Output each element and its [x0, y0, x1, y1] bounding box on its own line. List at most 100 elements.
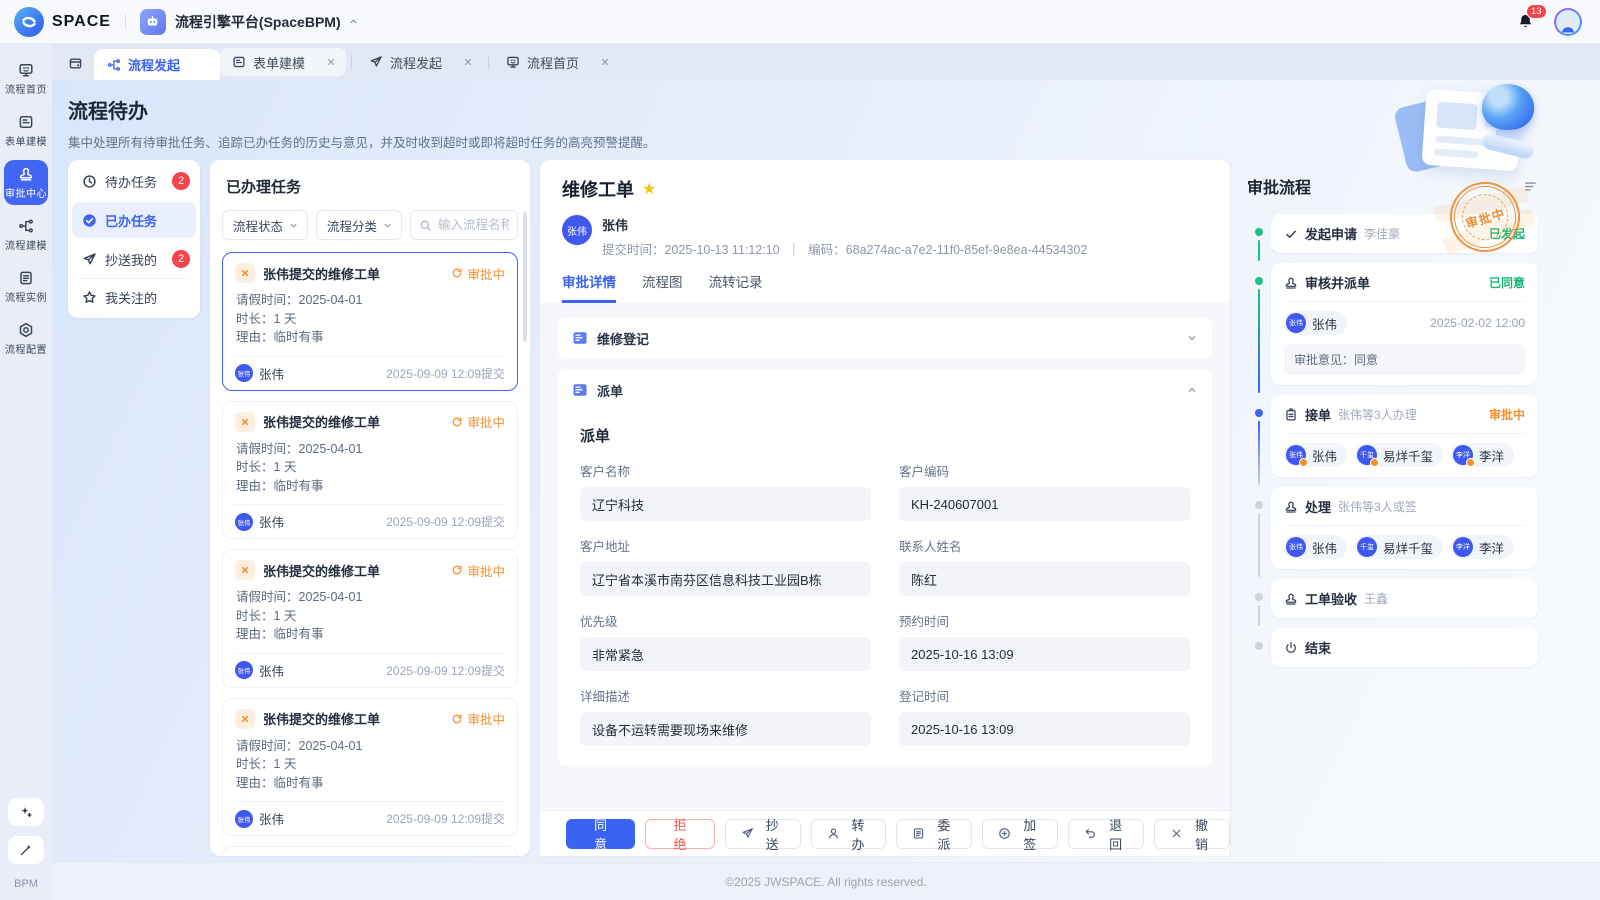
- wrench-icon: [235, 560, 255, 580]
- field-value[interactable]: 辽宁省本溪市南芬区信息科技工业园B栋: [580, 562, 871, 596]
- tab-表单建模-1[interactable]: 表单建模: [220, 48, 346, 76]
- button-label: 加签: [1017, 815, 1042, 853]
- task-card[interactable]: 张伟提交的维修工单审批中请假时间：2025-04-01时长：1 天理由：临时有事…: [222, 549, 518, 688]
- notification-badge: 13: [1526, 4, 1547, 19]
- monitor-icon: [18, 62, 34, 78]
- step-card-发起申请[interactable]: 发起申请李佳豪已发起: [1271, 214, 1538, 253]
- status-filter-select[interactable]: 流程状态: [222, 210, 308, 240]
- sparkle-icon: [19, 805, 33, 819]
- rail-bottom-label: BPM: [14, 878, 38, 890]
- rail-item-流程实例[interactable]: 流程实例: [4, 264, 48, 309]
- stamp-icon: [1284, 592, 1298, 606]
- step-card-工单验收[interactable]: 工单验收王鑫: [1271, 579, 1538, 618]
- field-value[interactable]: 辽宁科技: [580, 487, 871, 521]
- avatar: 千玺: [1357, 537, 1377, 557]
- step-card-审核并派单[interactable]: 审核并派单已同意张伟张伟2025-02-02 12:00审批意见：同意: [1271, 263, 1538, 385]
- section-repair-register[interactable]: 维修登记: [558, 317, 1212, 359]
- tab-流程图[interactable]: 流程图: [642, 271, 683, 303]
- section-dispatch-header[interactable]: 派单: [558, 369, 1212, 411]
- close-icon[interactable]: [463, 57, 473, 67]
- step-card-结束[interactable]: 结束: [1271, 628, 1538, 667]
- rail-item-流程配置[interactable]: 流程配置: [4, 316, 48, 361]
- category-filter-select[interactable]: 流程分类: [316, 210, 402, 240]
- task-card[interactable]: 张伟提交的维修工单审批中请假时间：2025-04-01时长：1 天理由：临时有事…: [222, 698, 518, 837]
- magic-wand-button[interactable]: [8, 836, 44, 864]
- avatar: 张伟: [235, 364, 253, 382]
- search-input[interactable]: [438, 218, 509, 232]
- avatar: 张伟: [1286, 537, 1306, 557]
- app-root: SPACE 流程引擎平台(SpaceBPM) 13: [0, 0, 1600, 900]
- task-card[interactable]: 张伟提交的维修工单审批中请假时间：2025-04-01时长：1 天理由：临时有事…: [222, 401, 518, 540]
- field-value[interactable]: 2025-10-16 13:09: [899, 712, 1190, 746]
- ai-sparkle-button[interactable]: [8, 798, 44, 826]
- assignee-chip[interactable]: 张伟张伟: [1284, 535, 1347, 559]
- list-scrollbar[interactable]: [523, 212, 527, 342]
- app-icon: [140, 9, 166, 35]
- field-line: 请假时间：2025-04-01: [236, 588, 505, 607]
- sidebar-item-待办任务[interactable]: 待办任务2: [68, 162, 200, 200]
- assignee-chip[interactable]: 千玺易烊千玺: [1355, 535, 1443, 559]
- assignee-chip[interactable]: 张伟张伟: [1284, 443, 1347, 467]
- rail-item-审批中心[interactable]: 审批中心: [4, 160, 48, 205]
- wand-icon: [19, 843, 33, 857]
- page-footer: ©2025 JWSPACE. All rights reserved.: [52, 862, 1600, 900]
- close-icon[interactable]: [600, 57, 610, 67]
- tab-审批详情[interactable]: 审批详情: [562, 271, 616, 303]
- field-value[interactable]: 设备不运转需要现场来维修: [580, 712, 871, 746]
- task-card[interactable]: 张伟提交的维修工单审批中请假时间：2025-04-01时长：1 天理由：临时有事…: [222, 252, 518, 391]
- 撤销-button[interactable]: 撤销: [1154, 819, 1230, 849]
- rail-item-表单建模[interactable]: 表单建模: [4, 108, 48, 153]
- flow-panel-title: 审批流程: [1247, 174, 1311, 198]
- step-card-处理[interactable]: 处理张伟等3人或签张伟张伟千玺易烊千玺李洋李洋: [1271, 487, 1538, 569]
- assignee-chip[interactable]: 李洋李洋: [1451, 443, 1514, 467]
- tab-流程首页-3[interactable]: 流程首页: [494, 48, 620, 76]
- 同意-button[interactable]: 同意: [566, 819, 635, 849]
- avatar: 千玺: [1357, 445, 1377, 465]
- step-timeline: [1247, 263, 1271, 395]
- form-field: 登记时间2025-10-16 13:09: [899, 686, 1190, 746]
- tab-流转记录[interactable]: 流转记录: [709, 271, 763, 303]
- tab-流程发起-2[interactable]: 流程发起: [357, 48, 483, 76]
- step-card-接单[interactable]: 接单张伟等3人办理审批中张伟张伟千玺易烊千玺李洋李洋: [1271, 395, 1538, 477]
- monitor-icon: [506, 55, 520, 69]
- tab-流程发起-0[interactable]: 流程发起: [94, 49, 220, 80]
- submitter-name: 张伟: [602, 215, 1087, 234]
- field-value[interactable]: 非常紧急: [580, 637, 871, 671]
- step-subtitle: 王鑫: [1364, 590, 1388, 607]
- 加签-button[interactable]: 加签: [982, 819, 1058, 849]
- notification-bell-icon[interactable]: 13: [1517, 13, 1534, 30]
- 抄送-button[interactable]: 抄送: [725, 819, 801, 849]
- approver-row: 张伟张伟2025-02-02 12:00: [1284, 311, 1525, 335]
- field-value[interactable]: 2025-10-16 13:09: [899, 637, 1190, 671]
- assignee-chip[interactable]: 李洋李洋: [1451, 535, 1514, 559]
- step-subtitle: 李佳豪: [1364, 225, 1400, 242]
- refresh-icon: [451, 416, 463, 428]
- field-value[interactable]: KH-240607001: [899, 487, 1190, 521]
- close-icon[interactable]: [326, 57, 336, 67]
- button-label: 转办: [846, 815, 871, 853]
- favorite-star-icon[interactable]: ★: [642, 179, 656, 199]
- plus-circle-icon: [998, 827, 1011, 840]
- field-line: 请假时间：2025-04-01: [236, 737, 505, 756]
- sidebar-item-我关注的[interactable]: 我关注的: [68, 278, 200, 316]
- rail-item-流程首页[interactable]: 流程首页: [4, 56, 48, 101]
- pending-badge-icon: [1370, 458, 1379, 467]
- 退回-button[interactable]: 退回: [1068, 819, 1144, 849]
- step-status: 已发起: [1489, 225, 1525, 242]
- tab-manager-icon[interactable]: [62, 50, 88, 76]
- rail-item-流程建模[interactable]: 流程建模: [4, 212, 48, 257]
- task-card[interactable]: 张伟提交的维修工单审批中请假时间：2025-04-01时长：1 天理由：临时有事…: [222, 846, 518, 856]
- user-avatar[interactable]: [1554, 8, 1582, 36]
- section-label: 维修登记: [597, 329, 649, 348]
- 委派-button[interactable]: 委派: [896, 819, 972, 849]
- sidebar-item-已办任务[interactable]: 已办任务: [72, 202, 196, 238]
- assignee-chip[interactable]: 千玺易烊千玺: [1355, 443, 1443, 467]
- task-card-fields: 请假时间：2025-04-01时长：1 天理由：临时有事: [236, 440, 505, 496]
- sidebar-item-抄送我的[interactable]: 抄送我的2: [68, 240, 200, 278]
- form-field: 联系人姓名陈红: [899, 536, 1190, 596]
- 转办-button[interactable]: 转办: [811, 819, 887, 849]
- sort-icon[interactable]: [1523, 179, 1538, 194]
- 拒绝-button[interactable]: 拒绝: [645, 819, 714, 849]
- field-value[interactable]: 陈红: [899, 562, 1190, 596]
- app-switcher[interactable]: 流程引擎平台(SpaceBPM): [175, 12, 341, 32]
